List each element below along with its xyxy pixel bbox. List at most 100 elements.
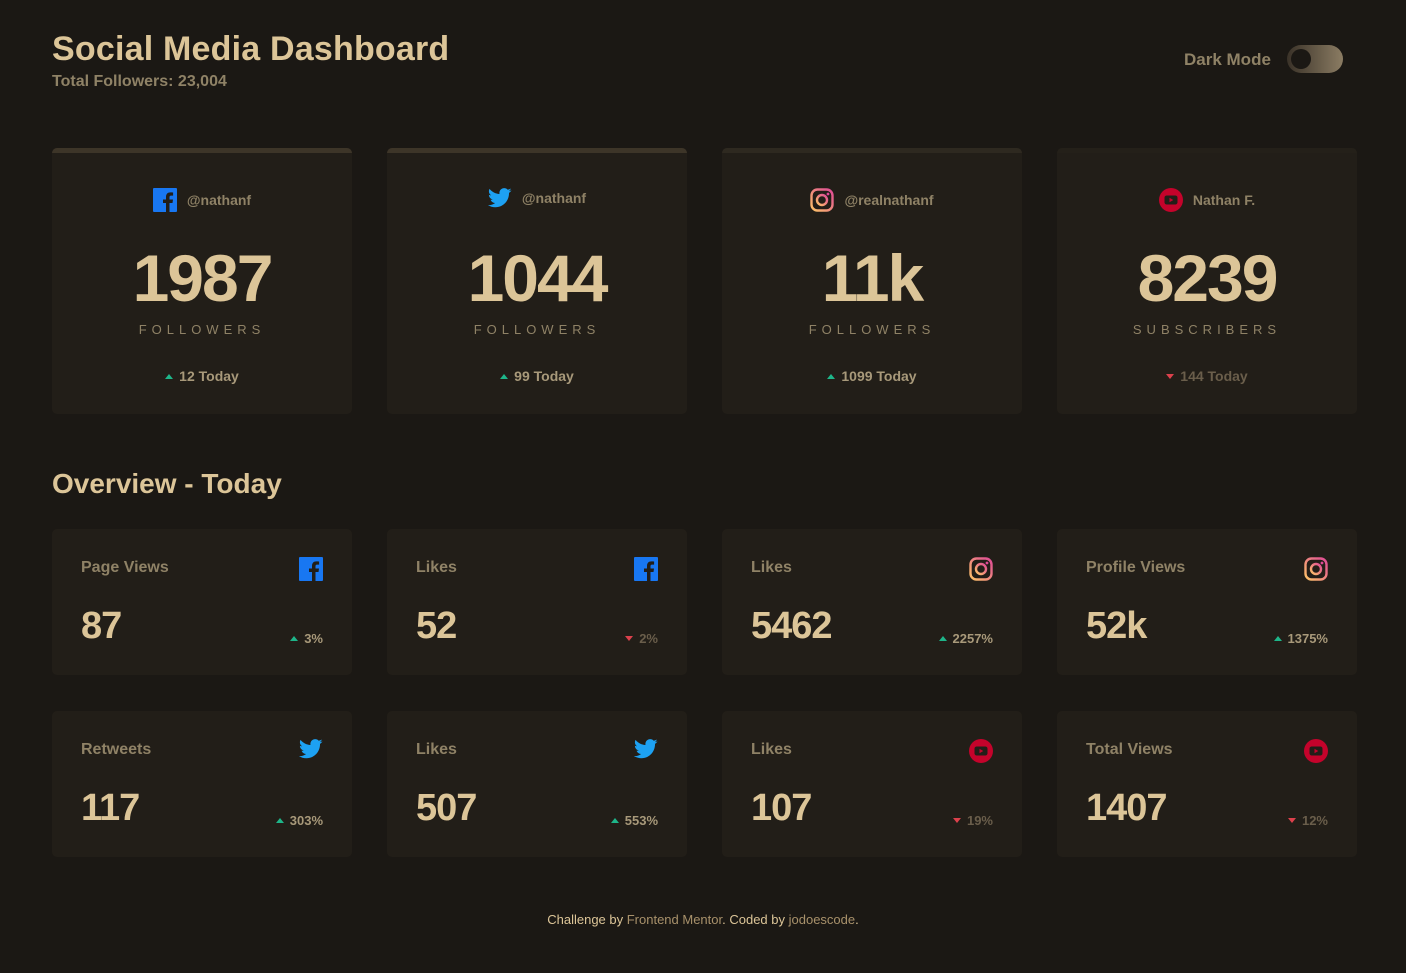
youtube-icon [1158, 188, 1183, 212]
subscriber-count: 8239 [1137, 241, 1279, 315]
change-text: 12% [1301, 813, 1328, 828]
metric-value: 1407 [1086, 787, 1168, 829]
twitter-icon [487, 188, 512, 208]
frontend-mentor-link[interactable]: Frontend Mentor [627, 912, 722, 927]
metric-value: 52k [1086, 605, 1147, 647]
change-text: 1375% [1287, 631, 1328, 646]
change-text: 12 Today [179, 368, 239, 384]
twitter-icon [299, 739, 323, 759]
metric-value: 507 [416, 787, 477, 829]
card-top-bar [1057, 148, 1357, 153]
page-title: Social Media Dashboard [52, 30, 450, 68]
metric-change: 1375% [1273, 631, 1328, 646]
card-top-bar [52, 148, 352, 153]
facebook-icon [299, 557, 323, 581]
change-today: 144 Today [1057, 368, 1357, 384]
metric-value: 107 [751, 787, 812, 829]
metric-label: Likes [751, 559, 792, 576]
change-text: 1099 Today [841, 368, 917, 384]
metric-label: Likes [416, 741, 457, 758]
follower-count: 11k [821, 241, 924, 315]
overview-card[interactable]: Total Views 1407 12% [1057, 711, 1357, 857]
change-text: 2257% [952, 631, 993, 646]
card-instagram[interactable]: @realnathanf 11k FOLLOWERS 1099 Today [722, 148, 1022, 414]
metric-change: 19% [952, 813, 993, 828]
footer-text: . [855, 912, 859, 927]
toggle-knob [1290, 49, 1311, 69]
metric-value: 5462 [751, 605, 833, 647]
overview-card[interactable]: Retweets 117 303% [52, 711, 352, 857]
metric-change: 3% [290, 631, 323, 646]
overview-card[interactable]: Profile Views 52k 1375% [1057, 529, 1357, 675]
arrow-up-icon [610, 818, 619, 823]
overview-card[interactable]: Page Views 87 3% [52, 529, 352, 675]
arrow-up-icon [1273, 636, 1282, 641]
youtube-icon [969, 739, 993, 763]
arrow-down-icon [625, 636, 634, 641]
facebook-icon [634, 557, 658, 581]
footer-text: Challenge by [547, 912, 627, 927]
metric-value: 52 [416, 605, 457, 647]
metric-label: Profile Views [1086, 559, 1186, 576]
card-handle: Nathan F. [1057, 188, 1357, 212]
change-today: 1099 Today [722, 368, 1022, 384]
arrow-up-icon [290, 636, 299, 641]
card-handle: @nathanf [52, 188, 352, 212]
metric-label: Page Views [81, 559, 169, 576]
metric-change: 12% [1287, 813, 1328, 828]
dark-mode-toggle[interactable] [1286, 45, 1343, 73]
facebook-icon [152, 188, 177, 212]
dark-mode-control: Dark Mode [1184, 45, 1343, 73]
metric-change: 2257% [938, 631, 993, 646]
dashboard-page: Social Media Dashboard Total Followers: … [0, 0, 1406, 973]
card-top-bar [722, 148, 1022, 153]
handle-text: @nathanf [186, 192, 252, 208]
handle-text: Nathan F. [1192, 192, 1256, 208]
follower-count: 1044 [467, 241, 609, 315]
subscriber-unit: SUBSCRIBERS [1132, 322, 1282, 337]
card-youtube[interactable]: Nathan F. 8239 SUBSCRIBERS 144 Today [1057, 148, 1357, 414]
arrow-down-icon [952, 818, 961, 823]
metric-label: Total Views [1086, 741, 1173, 758]
overview-card[interactable]: Likes 107 19% [722, 711, 1022, 857]
follower-unit: FOLLOWERS [808, 322, 936, 337]
metric-change: 2% [625, 631, 658, 646]
change-text: 19% [966, 813, 993, 828]
overview-card[interactable]: Likes 52 2% [387, 529, 687, 675]
card-facebook[interactable]: @nathanf 1987 FOLLOWERS 12 Today [52, 148, 352, 414]
twitter-icon [634, 739, 658, 759]
instagram-icon [810, 188, 835, 212]
author-link[interactable]: jodoescode [789, 912, 856, 927]
arrow-down-icon [1287, 818, 1296, 823]
metric-value: 117 [81, 787, 140, 829]
overview-title: Overview - Today [52, 468, 282, 499]
overview-card[interactable]: Likes 5462 2257% [722, 529, 1022, 675]
change-text: 303% [289, 813, 323, 828]
card-handle: @realnathanf [722, 188, 1022, 212]
card-twitter[interactable]: @nathanf 1044 FOLLOWERS 99 Today [387, 148, 687, 414]
metric-label: Likes [416, 559, 457, 576]
dark-mode-label: Dark Mode [1184, 50, 1271, 69]
youtube-icon [1304, 739, 1328, 763]
change-today: 12 Today [52, 368, 352, 384]
footer-attribution: Challenge by Frontend Mentor. Coded by j… [0, 912, 1406, 927]
follower-unit: FOLLOWERS [138, 322, 266, 337]
card-handle: @nathanf [387, 188, 687, 208]
arrow-up-icon [938, 636, 947, 641]
card-top-bar [387, 148, 687, 153]
arrow-down-icon [1166, 373, 1175, 379]
instagram-icon [1304, 557, 1328, 581]
change-text: 144 Today [1180, 368, 1248, 384]
overview-card[interactable]: Likes 507 553% [387, 711, 687, 857]
footer-text: . Coded by [722, 912, 789, 927]
metric-value: 87 [81, 605, 122, 647]
handle-text: @realnathanf [844, 192, 934, 208]
arrow-up-icon [500, 373, 509, 379]
change-text: 2% [639, 631, 658, 646]
metric-label: Retweets [81, 741, 152, 758]
handle-text: @nathanf [521, 190, 587, 206]
change-today: 99 Today [387, 368, 687, 384]
change-text: 99 Today [514, 368, 574, 384]
instagram-icon [969, 557, 993, 581]
arrow-up-icon [275, 818, 284, 823]
